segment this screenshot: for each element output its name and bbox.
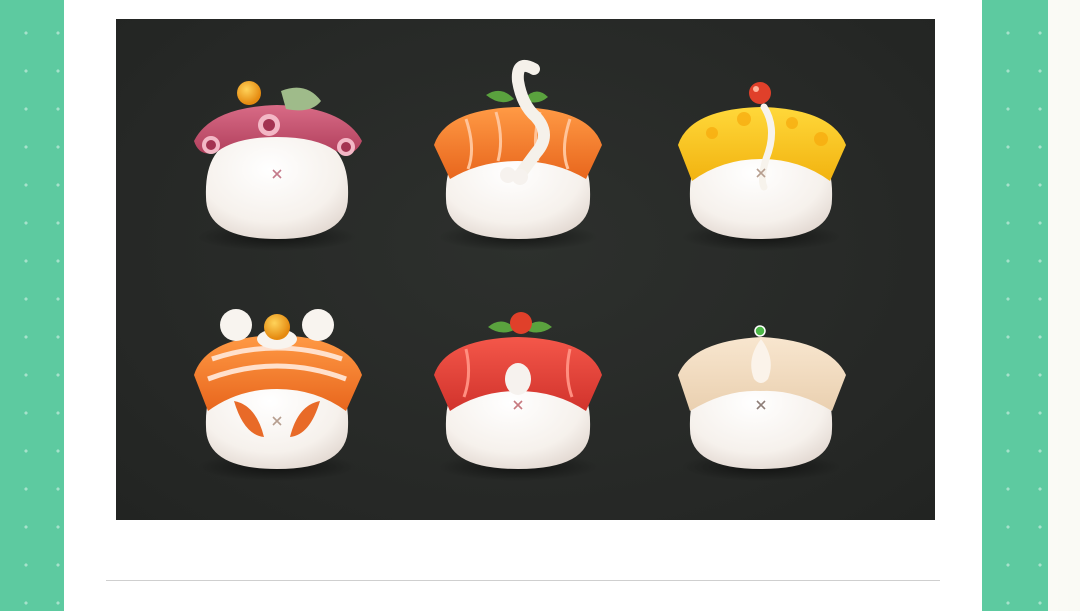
right-edge-strip [1048,0,1080,611]
salmon-roe-sushi-icon [194,309,362,481]
tamago-sushi-icon [678,82,846,251]
left-pattern-panel [0,0,64,611]
scallop-sushi-icon [678,325,846,481]
content-divider [106,580,940,581]
sushi-illustration [116,19,935,520]
right-pattern-panel [982,0,1048,611]
tuna-sushi-icon [434,312,602,481]
salmon-sushi-icon [434,60,602,251]
sushi-artwork-svg [194,60,846,481]
octopus-sushi-icon [194,81,362,251]
